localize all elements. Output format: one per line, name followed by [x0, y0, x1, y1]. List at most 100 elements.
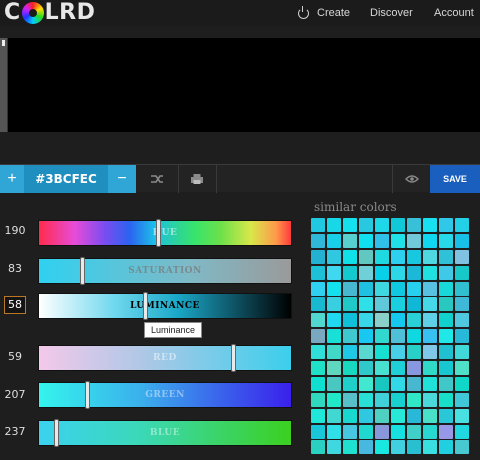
- green-value[interactable]: 207: [0, 388, 30, 401]
- similar-color-swatch[interactable]: [455, 329, 469, 344]
- similar-color-swatch[interactable]: [375, 392, 389, 407]
- similar-color-swatch[interactable]: [327, 424, 341, 439]
- similar-color-swatch[interactable]: [343, 313, 357, 328]
- similar-color-swatch[interactable]: [343, 218, 357, 232]
- similar-color-swatch[interactable]: [439, 281, 453, 296]
- hue-slider[interactable]: HUE: [38, 219, 292, 247]
- green-thumb[interactable]: [85, 381, 90, 409]
- similar-color-swatch[interactable]: [359, 345, 373, 360]
- similar-color-swatch[interactable]: [391, 345, 405, 360]
- similar-color-swatch[interactable]: [359, 440, 373, 455]
- similar-color-swatch[interactable]: [439, 361, 453, 376]
- similar-color-swatch[interactable]: [455, 376, 469, 391]
- similar-color-swatch[interactable]: [407, 265, 421, 280]
- similar-color-swatch[interactable]: [423, 345, 437, 360]
- luminance-thumb[interactable]: [143, 292, 148, 320]
- similar-color-swatch[interactable]: [311, 249, 325, 264]
- similar-color-swatch[interactable]: [327, 218, 341, 232]
- blue-slider[interactable]: BLUE: [38, 419, 292, 447]
- similar-color-swatch[interactable]: [375, 345, 389, 360]
- similar-color-swatch[interactable]: [423, 361, 437, 376]
- similar-color-swatch[interactable]: [407, 297, 421, 312]
- similar-color-swatch[interactable]: [407, 424, 421, 439]
- similar-color-swatch[interactable]: [423, 440, 437, 455]
- similar-color-swatch[interactable]: [407, 345, 421, 360]
- similar-color-swatch[interactable]: [423, 408, 437, 423]
- nav-create[interactable]: Create: [298, 0, 350, 26]
- shuffle-button[interactable]: [142, 165, 172, 193]
- similar-color-swatch[interactable]: [343, 281, 357, 296]
- saturation-value[interactable]: 83: [0, 262, 30, 275]
- similar-color-swatch[interactable]: [391, 329, 405, 344]
- similar-color-swatch[interactable]: [311, 345, 325, 360]
- similar-color-swatch[interactable]: [359, 281, 373, 296]
- similar-color-swatch[interactable]: [327, 249, 341, 264]
- similar-color-swatch[interactable]: [439, 440, 453, 455]
- similar-color-swatch[interactable]: [439, 424, 453, 439]
- hex-value[interactable]: #3BCFEC: [24, 165, 108, 193]
- green-slider[interactable]: GREEN: [38, 381, 292, 409]
- view-button[interactable]: [398, 165, 426, 193]
- similar-color-swatch[interactable]: [359, 265, 373, 280]
- similar-color-swatch[interactable]: [311, 361, 325, 376]
- similar-color-swatch[interactable]: [343, 297, 357, 312]
- similar-color-swatch[interactable]: [391, 440, 405, 455]
- similar-color-swatch[interactable]: [455, 233, 469, 248]
- similar-color-swatch[interactable]: [391, 297, 405, 312]
- similar-color-swatch[interactable]: [423, 424, 437, 439]
- similar-color-swatch[interactable]: [439, 376, 453, 391]
- similar-color-swatch[interactable]: [423, 281, 437, 296]
- similar-color-swatch[interactable]: [311, 329, 325, 344]
- similar-color-swatch[interactable]: [391, 218, 405, 232]
- similar-color-swatch[interactable]: [343, 408, 357, 423]
- similar-color-swatch[interactable]: [327, 233, 341, 248]
- similar-color-swatch[interactable]: [327, 281, 341, 296]
- similar-color-swatch[interactable]: [343, 329, 357, 344]
- similar-color-swatch[interactable]: [455, 313, 469, 328]
- similar-color-swatch[interactable]: [407, 281, 421, 296]
- similar-color-swatch[interactable]: [439, 297, 453, 312]
- similar-color-swatch[interactable]: [359, 313, 373, 328]
- similar-color-swatch[interactable]: [327, 265, 341, 280]
- similar-color-swatch[interactable]: [375, 376, 389, 391]
- print-button[interactable]: [182, 165, 212, 193]
- similar-color-swatch[interactable]: [423, 297, 437, 312]
- similar-color-swatch[interactable]: [391, 361, 405, 376]
- similar-color-swatch[interactable]: [311, 392, 325, 407]
- nav-account[interactable]: Account: [434, 0, 474, 26]
- similar-color-swatch[interactable]: [407, 440, 421, 455]
- similar-color-swatch[interactable]: [439, 218, 453, 232]
- blue-thumb[interactable]: [54, 419, 59, 447]
- blue-value[interactable]: 237: [0, 425, 30, 438]
- similar-color-swatch[interactable]: [327, 408, 341, 423]
- add-color-button[interactable]: +: [0, 165, 24, 193]
- similar-color-swatch[interactable]: [375, 313, 389, 328]
- similar-color-swatch[interactable]: [375, 233, 389, 248]
- similar-color-swatch[interactable]: [311, 313, 325, 328]
- color-preview[interactable]: [0, 38, 480, 132]
- similar-color-swatch[interactable]: [327, 345, 341, 360]
- similar-color-swatch[interactable]: [423, 392, 437, 407]
- nav-discover[interactable]: Discover: [370, 0, 413, 26]
- similar-color-swatch[interactable]: [327, 329, 341, 344]
- similar-color-swatch[interactable]: [391, 281, 405, 296]
- similar-color-swatch[interactable]: [311, 281, 325, 296]
- similar-color-swatch[interactable]: [375, 281, 389, 296]
- similar-color-swatch[interactable]: [359, 408, 373, 423]
- similar-color-swatch[interactable]: [391, 376, 405, 391]
- similar-color-swatch[interactable]: [343, 233, 357, 248]
- similar-color-swatch[interactable]: [455, 424, 469, 439]
- similar-color-swatch[interactable]: [407, 408, 421, 423]
- similar-color-swatch[interactable]: [327, 392, 341, 407]
- similar-color-swatch[interactable]: [343, 392, 357, 407]
- similar-color-swatch[interactable]: [375, 424, 389, 439]
- similar-color-swatch[interactable]: [407, 376, 421, 391]
- similar-color-swatch[interactable]: [391, 392, 405, 407]
- similar-color-swatch[interactable]: [439, 392, 453, 407]
- similar-color-swatch[interactable]: [423, 376, 437, 391]
- similar-color-swatch[interactable]: [327, 376, 341, 391]
- similar-color-swatch[interactable]: [375, 265, 389, 280]
- similar-color-swatch[interactable]: [359, 249, 373, 264]
- similar-color-swatch[interactable]: [455, 265, 469, 280]
- similar-color-swatch[interactable]: [311, 297, 325, 312]
